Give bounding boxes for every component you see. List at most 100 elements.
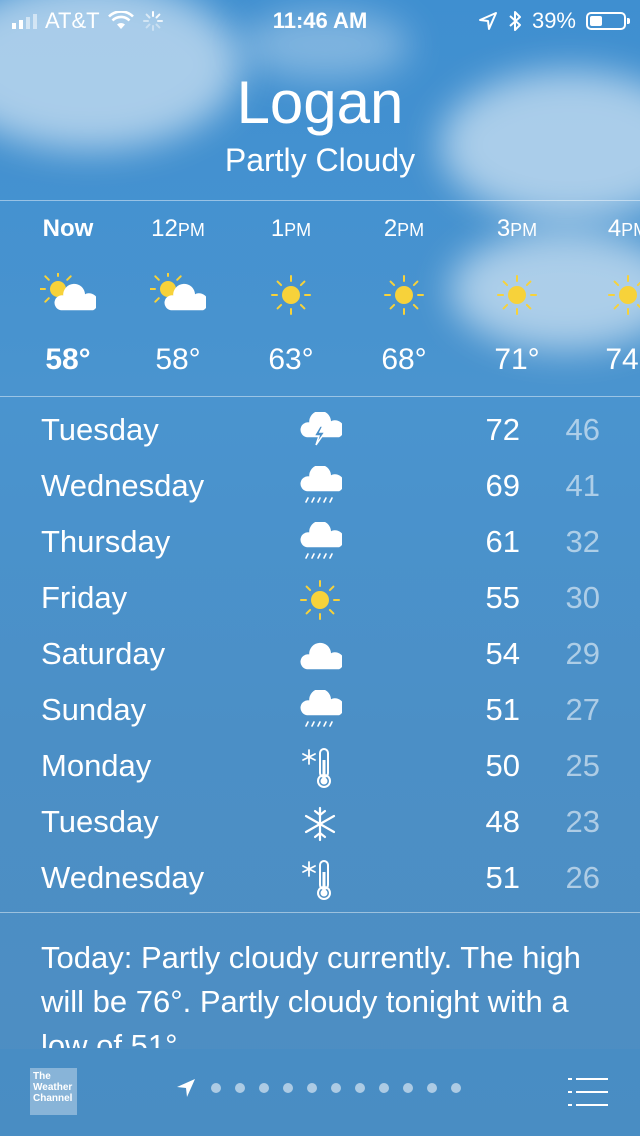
bluetooth-icon [509, 11, 521, 31]
daily-row: Monday 50 25 [0, 740, 640, 796]
page-dot[interactable] [427, 1083, 437, 1093]
cold-thermometer-icon [296, 748, 344, 788]
page-dot[interactable] [283, 1083, 293, 1093]
high-temp: 69 [485, 468, 520, 503]
hourly-item: 4PM 74° [572, 201, 640, 377]
high-temp: 50 [485, 748, 520, 783]
battery-icon [586, 12, 630, 30]
low-temp: 26 [565, 860, 600, 895]
rain-icon [296, 522, 344, 564]
low-temp: 32 [565, 524, 600, 559]
partly-cloudy-icon [122, 273, 234, 321]
hourly-item: 12PM 58° [122, 201, 234, 377]
list-icon[interactable] [566, 1075, 610, 1109]
status-bar: AT&T 11:46 AM 39% [0, 0, 640, 40]
day-name: Tuesday [41, 412, 159, 447]
low-temp: 27 [565, 692, 600, 727]
rain-icon [296, 690, 344, 732]
page-dot[interactable] [403, 1083, 413, 1093]
hour-temp: 58° [155, 343, 201, 376]
location-arrow-icon [478, 12, 497, 30]
daily-row: Wednesday 51 26 [0, 852, 640, 908]
low-temp: 23 [565, 804, 600, 839]
divider [0, 912, 640, 913]
hour-label: 12 [151, 215, 178, 242]
hour-ampm: PM [397, 220, 425, 240]
high-temp: 48 [485, 804, 520, 839]
hourly-item: 2PM 68° [348, 201, 460, 377]
today-summary: Today: Partly cloudy currently. The high… [41, 940, 581, 1048]
page-control[interactable] [175, 1077, 461, 1099]
sun-icon [296, 580, 344, 620]
high-temp: 72 [485, 412, 520, 447]
daily-row: Tuesday 48 23 [0, 796, 640, 852]
hour-label: Now [42, 215, 94, 242]
hour-temp: 68° [381, 343, 427, 376]
hourly-forecast[interactable]: Now 58° 12PM 58° 1PM 63° 2PM 68° 3PM 71°… [0, 201, 640, 396]
day-name: Thursday [41, 524, 171, 559]
high-temp: 51 [485, 860, 520, 895]
page-dot[interactable] [307, 1083, 317, 1093]
hour-ampm: PM [284, 220, 312, 240]
daily-row: Sunday 51 27 [0, 684, 640, 740]
sun-icon [235, 273, 347, 321]
low-temp: 30 [565, 580, 600, 615]
hourly-item: 3PM 71° [461, 201, 573, 377]
day-name: Sunday [41, 692, 147, 727]
high-temp: 61 [485, 524, 520, 559]
low-temp: 46 [565, 412, 600, 447]
hour-temp: 58° [45, 343, 91, 376]
page-dot[interactable] [379, 1083, 389, 1093]
day-name: Wednesday [41, 860, 205, 895]
sun-icon [348, 273, 460, 321]
page-dot[interactable] [355, 1083, 365, 1093]
hour-ampm: PM [621, 220, 640, 240]
hour-temp: 63° [268, 343, 314, 376]
day-name: Wednesday [41, 468, 205, 503]
thunderstorm-icon [296, 412, 344, 452]
weather-channel-logo[interactable]: The Weather Channel [30, 1068, 77, 1115]
cold-thermometer-icon [296, 860, 344, 900]
page-dots [211, 1083, 461, 1093]
high-temp: 55 [485, 580, 520, 615]
daily-row: Wednesday 69 41 [0, 460, 640, 516]
daily-row: Tuesday 72 46 [0, 404, 640, 460]
cloud-icon [296, 636, 344, 676]
hour-temp: 71° [494, 343, 540, 376]
low-temp: 29 [565, 636, 600, 671]
hour-ampm: PM [177, 220, 205, 240]
partly-cloudy-icon [12, 273, 124, 321]
page-dot[interactable] [451, 1083, 461, 1093]
hour-ampm: PM [510, 220, 538, 240]
day-name: Saturday [41, 636, 166, 671]
daily-row: Saturday 54 29 [0, 628, 640, 684]
daily-row: Friday 55 30 [0, 572, 640, 628]
page-dot[interactable] [235, 1083, 245, 1093]
high-temp: 54 [485, 636, 520, 671]
bottom-toolbar: The Weather Channel [0, 1049, 640, 1136]
rain-icon [296, 466, 344, 508]
sun-icon [461, 273, 573, 321]
hour-temp: 74° [605, 343, 640, 376]
daily-forecast[interactable]: Tuesday 72 46 Wednesday 69 41 Thursday 6… [0, 404, 640, 908]
daily-row: Thursday 61 32 [0, 516, 640, 572]
battery-percent: 39% [531, 8, 576, 33]
divider [0, 396, 640, 397]
hour-label: 3 [496, 215, 511, 242]
page-dot[interactable] [331, 1083, 341, 1093]
low-temp: 41 [565, 468, 600, 503]
low-temp: 25 [565, 748, 600, 783]
hour-label: 4 [607, 215, 622, 242]
hour-label: 1 [270, 215, 285, 242]
location-arrow-icon [177, 1079, 195, 1097]
current-condition: Partly Cloudy [224, 142, 416, 178]
page-dot[interactable] [211, 1083, 221, 1093]
sun-icon [572, 273, 640, 321]
high-temp: 51 [485, 692, 520, 727]
day-name: Monday [41, 748, 152, 783]
day-name: Tuesday [41, 804, 159, 839]
city-name: Logan [236, 69, 404, 136]
day-name: Friday [41, 580, 128, 615]
hour-label: 2 [383, 215, 398, 242]
page-dot[interactable] [259, 1083, 269, 1093]
